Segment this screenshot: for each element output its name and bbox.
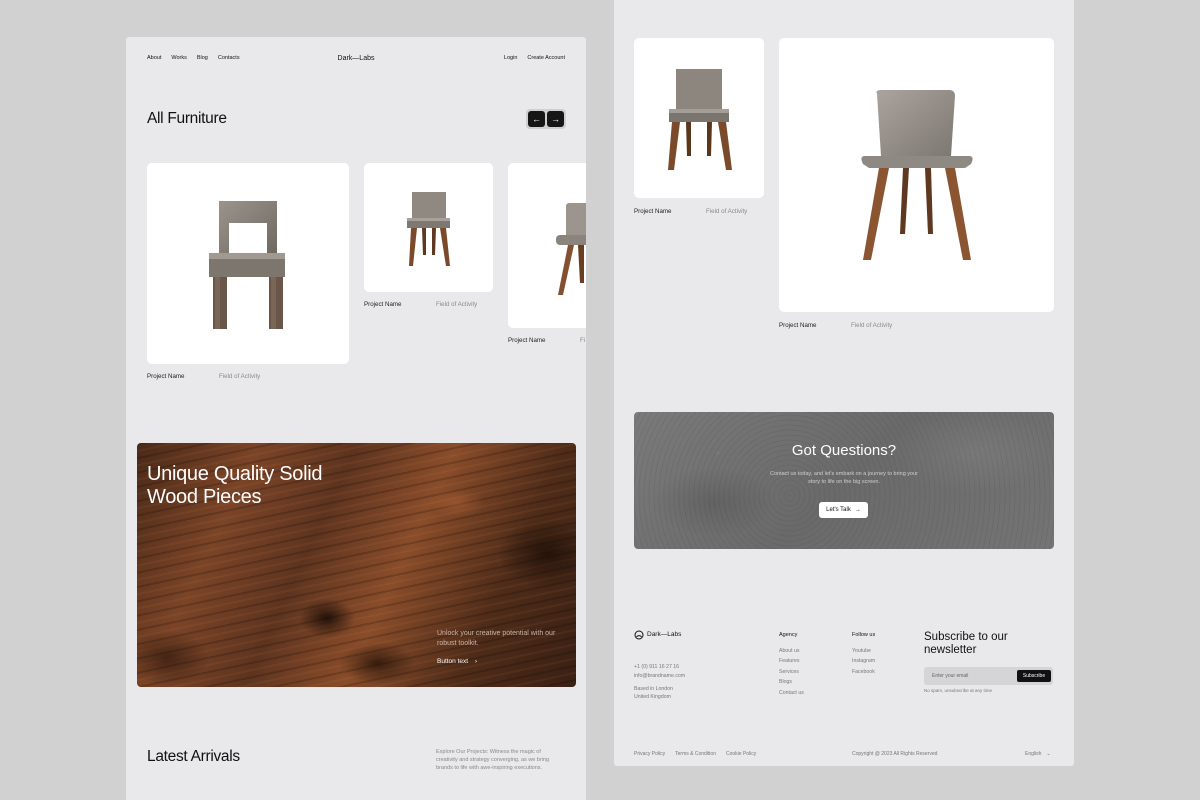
footer-follow-title: Follow us	[852, 632, 876, 638]
product-card-meta: Project Name Field of Activity	[779, 322, 892, 329]
footer-link-about-us[interactable]: About us	[779, 646, 804, 657]
footer-link-services[interactable]: Services	[779, 667, 804, 678]
footer-contact: +1 (0) 911 16 27 16 info@brandname.com	[634, 663, 685, 680]
project-name: Project Name	[508, 337, 546, 344]
footer-legal-links: Privacy Policy Terms & Condition Cookie …	[634, 751, 756, 757]
footer-location-line2: United Kingdom	[634, 694, 671, 700]
concrete-wood-chair-image	[407, 192, 450, 266]
footer-location-line1: Based in London	[634, 686, 673, 692]
newsletter-title: Subscribe to our newsletter	[924, 631, 1008, 656]
footer-phone[interactable]: +1 (0) 911 16 27 16	[634, 663, 685, 672]
nav-link-about[interactable]: About	[147, 55, 161, 61]
nav-link-blog[interactable]: Blog	[197, 55, 208, 61]
product-card-image[interactable]	[634, 38, 764, 198]
arrow-right-icon: →	[854, 507, 861, 513]
cta-text: Contact us today, and let's embark on a …	[769, 471, 918, 485]
hero-subtitle: Unlock your creative potential with our …	[437, 630, 556, 647]
carousel-prev-button[interactable]: ←	[528, 111, 545, 127]
wood-hero-banner: Unique Quality Solid Wood Pieces Unlock …	[137, 443, 576, 687]
footer-link-youtube[interactable]: Youtube	[852, 646, 875, 657]
product-card-meta: Project Name Field of Activity	[147, 373, 260, 380]
product-card-image[interactable]	[147, 163, 349, 364]
concrete-wood-chair-image	[556, 203, 586, 295]
language-selector[interactable]: English ⌄	[1025, 751, 1051, 757]
concrete-wood-chair-image	[668, 69, 732, 170]
footer-location: Based in London United Kingdom	[634, 685, 673, 701]
project-name: Project Name	[634, 208, 672, 215]
newsletter-email-input[interactable]	[932, 671, 1012, 681]
landing-page-left: About Works Blog Contacts Dark—Labs Logi…	[126, 37, 586, 800]
concrete-block-chair-image	[209, 201, 285, 329]
no-spam-note: No spam, unsubscribe at any time	[924, 688, 993, 693]
chevron-down-icon: ⌄	[1046, 751, 1051, 757]
project-name: Project Name	[147, 373, 185, 380]
product-card-image[interactable]	[364, 163, 493, 292]
brand-logo[interactable]: Dark—Labs	[338, 55, 375, 62]
project-name: Project Name	[779, 322, 817, 329]
footer-link-facebook[interactable]: Facebook	[852, 667, 875, 678]
top-nav: About Works Blog Contacts Dark—Labs Logi…	[147, 53, 565, 63]
field-of-activity: Field of Activity	[436, 301, 478, 308]
nav-link-works[interactable]: Works	[171, 55, 186, 61]
terms-condition-link[interactable]: Terms & Condition	[675, 751, 716, 757]
footer-brand-name: Dark—Labs	[647, 631, 682, 638]
hero-button-label: Button text	[437, 658, 469, 665]
hero-title: Unique Quality Solid Wood Pieces	[147, 463, 387, 509]
field-of-activity: Field of Activity	[219, 373, 261, 380]
section-title-all-furniture: All Furniture	[147, 110, 227, 127]
nav-links: About Works Blog Contacts	[147, 55, 240, 61]
footer-email[interactable]: info@brandname.com	[634, 672, 685, 681]
footer-link-instagram[interactable]: Instagram	[852, 656, 875, 667]
copyright: Copyright @ 2023 All Rights Reserved	[852, 751, 938, 757]
arrow-right-icon: →	[551, 114, 560, 124]
footer-agency-title: Agency	[779, 632, 798, 638]
footer-agency-column: Agency About us Features Services Blogs …	[779, 630, 804, 698]
field-of-activity: Field of Activity	[851, 322, 893, 329]
field-of-activity: Fi	[580, 337, 586, 344]
latest-arrivals-description: Explore Our Projects: Witness the magic …	[436, 749, 550, 772]
field-of-activity: Field of Activity	[706, 208, 748, 215]
privacy-policy-link[interactable]: Privacy Policy	[634, 751, 665, 757]
hero-button[interactable]: Button text ›	[437, 658, 477, 665]
footer-follow-column: Follow us Youtube Instagram Facebook	[852, 630, 875, 677]
product-card-meta: Project Name Fi	[508, 337, 585, 344]
subscribe-button[interactable]: Subscribe	[1017, 670, 1051, 682]
carousel-controls: ← →	[526, 109, 566, 129]
chevron-right-icon: ›	[474, 658, 478, 665]
arrow-left-icon: ←	[532, 114, 541, 124]
lets-talk-label: Let's Talk	[826, 507, 851, 513]
footer-link-contact-us[interactable]: Contact us	[779, 688, 804, 699]
auth-links: Login Create Account	[504, 55, 565, 61]
section-title-latest-arrivals: Latest Arrivals	[147, 748, 240, 765]
footer-link-blogs[interactable]: Blogs	[779, 677, 804, 688]
landing-page-right: Project Name Field of Activity Project N…	[614, 0, 1074, 766]
concrete-wood-chair-image	[861, 90, 973, 260]
product-card-image[interactable]	[779, 38, 1054, 312]
nav-link-contacts[interactable]: Contacts	[218, 55, 240, 61]
create-account-link[interactable]: Create Account	[527, 55, 565, 61]
login-link[interactable]: Login	[504, 55, 517, 61]
footer-link-features[interactable]: Features	[779, 656, 804, 667]
project-name: Project Name	[364, 301, 402, 308]
language-label: English	[1025, 751, 1042, 757]
hero-title-line1: Unique Quality Solid	[147, 463, 323, 485]
footer-brand[interactable]: Dark—Labs	[634, 630, 681, 641]
lets-talk-button[interactable]: Let's Talk →	[819, 502, 868, 518]
brand-logo-icon	[634, 630, 644, 640]
product-card-meta: Project Name Field of Activity	[364, 301, 477, 308]
hero-title-line2: Wood Pieces	[147, 486, 262, 508]
product-card-meta: Project Name Field of Activity	[634, 208, 747, 215]
newsletter-form: Subscribe	[924, 667, 1053, 685]
cta-title: Got Questions?	[791, 442, 897, 459]
carousel-next-button[interactable]: →	[547, 111, 564, 127]
cookie-policy-link[interactable]: Cookie Policy	[726, 751, 756, 757]
got-questions-banner: Got Questions? Contact us today, and let…	[634, 412, 1054, 549]
product-card-image[interactable]	[508, 163, 586, 328]
